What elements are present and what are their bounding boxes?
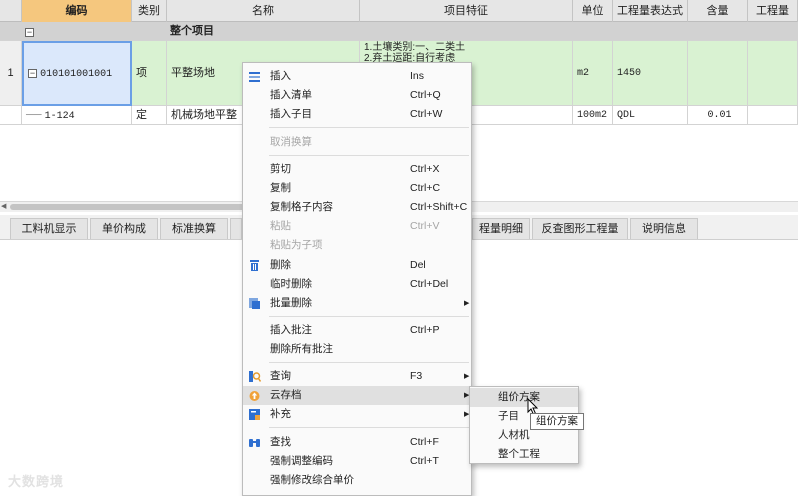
header-corner [0, 0, 22, 22]
header-content[interactable]: 含量 [688, 0, 748, 22]
row-code-cell[interactable]: − 010101001001 [22, 41, 132, 106]
menu-insert[interactable]: 插入 Ins [243, 67, 471, 86]
batch-delete-icon [249, 298, 260, 309]
menu-cut[interactable]: 剪切 Ctrl+X [243, 160, 471, 179]
menu-force-price[interactable]: 强制修改综合单价 [243, 471, 471, 490]
supplement-icon [249, 409, 260, 420]
submenu-arrow-icon: ▶ [464, 373, 470, 380]
table-row[interactable]: − 整个项目 [0, 22, 798, 41]
menu-insert-list[interactable]: 插入清单 Ctrl+Q [243, 86, 471, 105]
row-content: 0.01 [688, 106, 748, 125]
menu-paste-child[interactable]: 粘贴为子项 [243, 236, 471, 255]
header-type[interactable]: 类别 [132, 0, 167, 22]
collapse-icon[interactable]: − [28, 68, 37, 78]
group-title: 整个项目 [170, 25, 214, 37]
tab-standard-conversion[interactable]: 标准换算 [160, 218, 228, 239]
menu-force-code[interactable]: 强制调整编码 Ctrl+T [243, 452, 471, 471]
menu-query[interactable]: 查询 F3 ▶ [243, 367, 471, 386]
header-quantity[interactable]: 工程量 [748, 0, 798, 22]
submenu-pricing-scheme[interactable]: 组价方案 [470, 388, 578, 407]
query-icon [249, 371, 261, 382]
header-feature[interactable]: 项目特征 [360, 0, 573, 22]
menu-temp-delete[interactable]: 临时删除 Ctrl+Del [243, 275, 471, 294]
cloud-upload-icon [249, 391, 260, 401]
header-code[interactable]: 编码 [22, 0, 132, 22]
menu-paste[interactable]: 粘贴 Ctrl+V [243, 217, 471, 236]
menu-supplement[interactable]: 补充 ▶ [243, 405, 471, 424]
tab-reverse-graphic[interactable]: 反查图形工程量 [532, 218, 628, 239]
tab-price-structure[interactable]: 单价构成 [90, 218, 158, 239]
header-name[interactable]: 名称 [167, 0, 360, 22]
trash-icon [250, 260, 259, 271]
menu-cancel-conversion[interactable]: 取消换算 [243, 133, 471, 152]
table-header: 编码 类别 名称 项目特征 单位 工程量表达式 含量 工程量 [0, 0, 798, 22]
binoculars-icon [249, 439, 260, 447]
collapse-icon[interactable]: − [25, 26, 34, 38]
menu-find[interactable]: 查找 Ctrl+F [243, 433, 471, 452]
submenu-arrow-icon: ▶ [464, 300, 470, 307]
row-type: 定 [132, 106, 167, 125]
row-number: 1 [0, 41, 22, 106]
menu-cloud-archive[interactable]: 云存档 ▶ [243, 386, 471, 405]
watermark: 大数跨境 [8, 474, 65, 489]
menu-insert-note[interactable]: 插入批注 Ctrl+P [243, 321, 471, 340]
scroll-left-icon[interactable]: ◀ [1, 202, 6, 210]
submenu-whole-project[interactable]: 整个工程 [470, 445, 578, 464]
context-menu: 插入 Ins 插入清单 Ctrl+Q 插入子目 Ctrl+W 取消换算 剪切 Ctrl+… [242, 62, 472, 496]
header-unit[interactable]: 单位 [573, 0, 613, 22]
tab-description[interactable]: 说明信息 [630, 218, 698, 239]
menu-batch-delete[interactable]: 批量删除 ▶ [243, 294, 471, 313]
insert-icon [249, 72, 260, 82]
tab-quantity-detail[interactable]: 程量明细 [472, 218, 530, 239]
app-window: 编码 类别 名称 项目特征 单位 工程量表达式 含量 工程量 − 整个项目 1 … [0, 0, 798, 496]
row-unit: m2 [573, 41, 613, 106]
tooltip: 组价方案 [530, 413, 584, 430]
row-expr: 1450 [613, 41, 688, 106]
row-code-cell[interactable]: ── 1-124 [22, 106, 132, 125]
tab-hidden[interactable] [230, 218, 242, 239]
row-expr: QDL [613, 106, 688, 125]
menu-delete-all-notes[interactable]: 删除所有批注 [243, 340, 471, 359]
header-expr[interactable]: 工程量表达式 [613, 0, 688, 22]
menu-insert-child[interactable]: 插入子目 Ctrl+W [243, 105, 471, 124]
row-unit: 100m2 [573, 106, 613, 125]
tab-material-display[interactable]: 工料机显示 [10, 218, 88, 239]
menu-copy[interactable]: 复制 Ctrl+C [243, 179, 471, 198]
menu-delete[interactable]: 删除 Del [243, 256, 471, 275]
row-type: 项 [132, 41, 167, 106]
menu-copy-cell[interactable]: 复制格子内容 Ctrl+Shift+C [243, 198, 471, 217]
